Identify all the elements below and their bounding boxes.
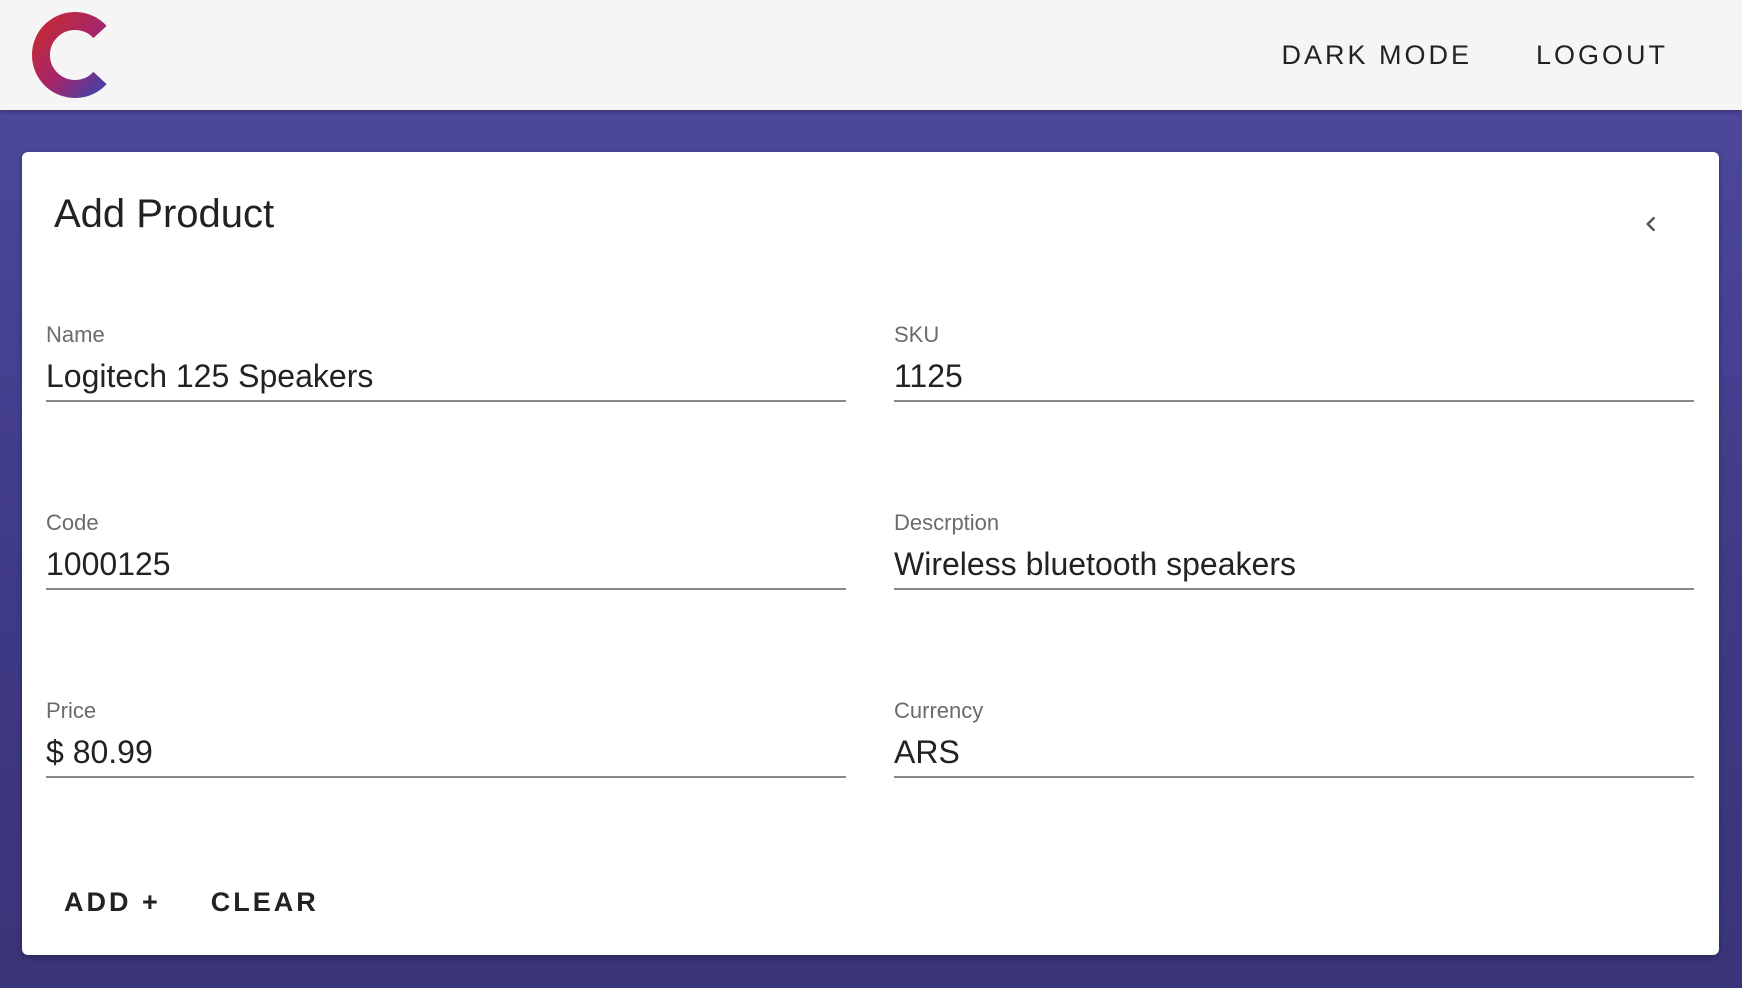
name-field: Name xyxy=(46,322,846,422)
add-product-card: Add Product Name SKU Code Descrption Pri… xyxy=(22,152,1719,955)
page-title: Add Product xyxy=(54,192,275,236)
currency-input[interactable] xyxy=(894,728,1694,778)
sku-label: SKU xyxy=(894,322,940,347)
logout-button[interactable]: LOGOUT xyxy=(1520,30,1684,81)
name-input[interactable] xyxy=(46,352,846,402)
description-label: Descrption xyxy=(894,510,1000,535)
price-label: Price xyxy=(46,698,97,723)
back-button[interactable] xyxy=(1629,202,1673,246)
sku-field: SKU xyxy=(894,322,1694,422)
code-input[interactable] xyxy=(46,540,846,590)
currency-label: Currency xyxy=(894,698,984,723)
price-input[interactable] xyxy=(46,728,846,778)
app-logo[interactable] xyxy=(30,10,108,100)
currency-field: Currency xyxy=(894,698,1694,798)
add-button[interactable]: ADD + xyxy=(54,879,171,926)
chevron-left-icon xyxy=(1646,216,1656,232)
form-actions: ADD + CLEAR xyxy=(54,879,329,926)
description-field: Descrption xyxy=(894,510,1694,610)
code-label: Code xyxy=(46,510,99,535)
logo-c-icon xyxy=(31,12,107,98)
sku-input[interactable] xyxy=(894,352,1694,402)
top-app-bar: DARK MODE LOGOUT xyxy=(0,0,1742,110)
topbar-actions: DARK MODE LOGOUT xyxy=(1265,30,1684,81)
name-label: Name xyxy=(46,322,105,347)
clear-button[interactable]: CLEAR xyxy=(201,879,329,926)
dark-mode-button[interactable]: DARK MODE xyxy=(1265,30,1488,81)
price-field: Price xyxy=(46,698,846,798)
description-input[interactable] xyxy=(894,540,1694,590)
code-field: Code xyxy=(46,510,846,610)
